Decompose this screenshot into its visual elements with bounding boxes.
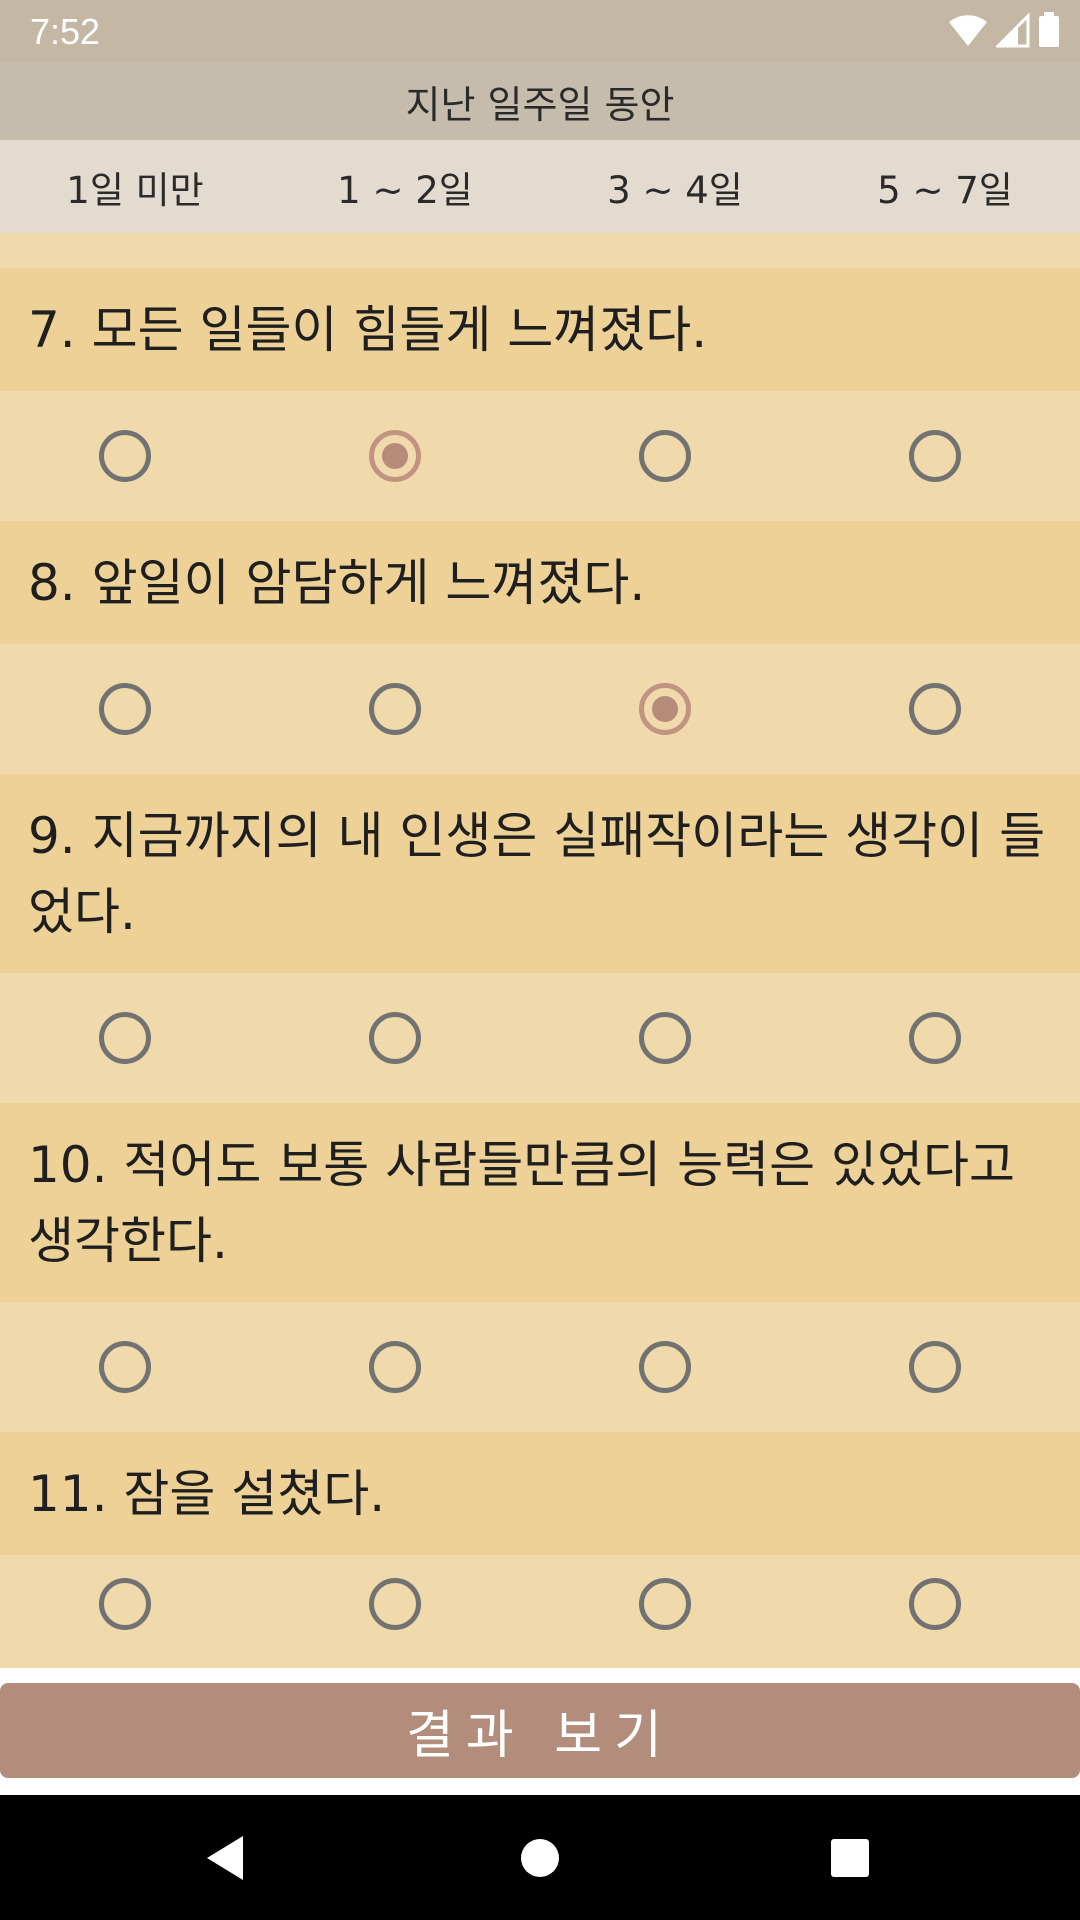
radio-option[interactable] (99, 430, 151, 482)
radio-option[interactable] (369, 430, 421, 482)
radio-option[interactable] (369, 1341, 421, 1393)
radio-option[interactable] (909, 683, 961, 735)
radio-option[interactable] (369, 683, 421, 735)
radio-option[interactable] (99, 1341, 151, 1393)
option-label-1: 1일 미만 (66, 168, 204, 212)
question-9: 9. 지금까지의 내 인생은 실패작이라는 생각이 들었다. (0, 774, 1080, 973)
screen: 7:52 지난 일주일 동안 1일 미만 1 ~ 2일 3 ~ 4일 5 ~ 7… (0, 0, 1080, 1920)
answer-row-8 (0, 644, 1080, 774)
answer-row-9 (0, 973, 1080, 1103)
radio-option[interactable] (909, 1578, 961, 1630)
navigation-bar (0, 1795, 1080, 1920)
status-time: 7:52 (30, 11, 101, 52)
status-icons (948, 12, 1060, 48)
wifi-icon (949, 15, 987, 47)
view-result-button[interactable]: 결과 보기 (0, 1683, 1080, 1778)
status-bar: 7:52 (0, 0, 1080, 63)
answer-row-7 (0, 391, 1080, 521)
answer-row-10 (0, 1302, 1080, 1432)
option-label-2: 1 ~ 2일 (337, 168, 473, 212)
home-button[interactable] (480, 1795, 600, 1920)
question-8: 8. 앞일이 암담하게 느껴졌다. (0, 521, 1080, 644)
options-header: 1일 미만 1 ~ 2일 3 ~ 4일 5 ~ 7일 (0, 140, 1080, 233)
answer-row-11 (0, 1555, 1080, 1668)
recents-icon (831, 1838, 869, 1877)
radio-option[interactable] (369, 1012, 421, 1064)
option-label-3: 3 ~ 4일 (607, 168, 743, 212)
radio-option[interactable] (99, 1012, 151, 1064)
battery-icon (1039, 12, 1059, 47)
radio-option[interactable] (639, 683, 691, 735)
radio-option[interactable] (639, 1341, 691, 1393)
radio-option[interactable] (909, 1341, 961, 1393)
question-10: 10. 적어도 보통 사람들만큼의 능력은 있었다고 생각한다. (0, 1103, 1080, 1302)
recents-button[interactable] (790, 1795, 910, 1920)
radio-option[interactable] (99, 1578, 151, 1630)
radio-option[interactable] (909, 430, 961, 482)
option-label-4: 5 ~ 7일 (877, 168, 1013, 212)
back-icon (207, 1835, 243, 1880)
radio-option[interactable] (369, 1578, 421, 1630)
signal-icon (996, 12, 1030, 48)
back-button[interactable] (165, 1795, 285, 1920)
period-header: 지난 일주일 동안 (0, 63, 1080, 140)
question-11: 11. 잠을 설쳤다. (0, 1432, 1080, 1555)
radio-option[interactable] (639, 1578, 691, 1630)
home-icon (521, 1838, 559, 1877)
question-list[interactable]: 7. 모든 일들이 힘들게 느껴졌다. 8. 앞일이 암담하게 느껴졌다. 9.… (0, 233, 1080, 1668)
question-7: 7. 모든 일들이 힘들게 느껴졌다. (0, 268, 1080, 391)
radio-option[interactable] (909, 1012, 961, 1064)
radio-option[interactable] (99, 683, 151, 735)
radio-option[interactable] (639, 430, 691, 482)
radio-option[interactable] (639, 1012, 691, 1064)
